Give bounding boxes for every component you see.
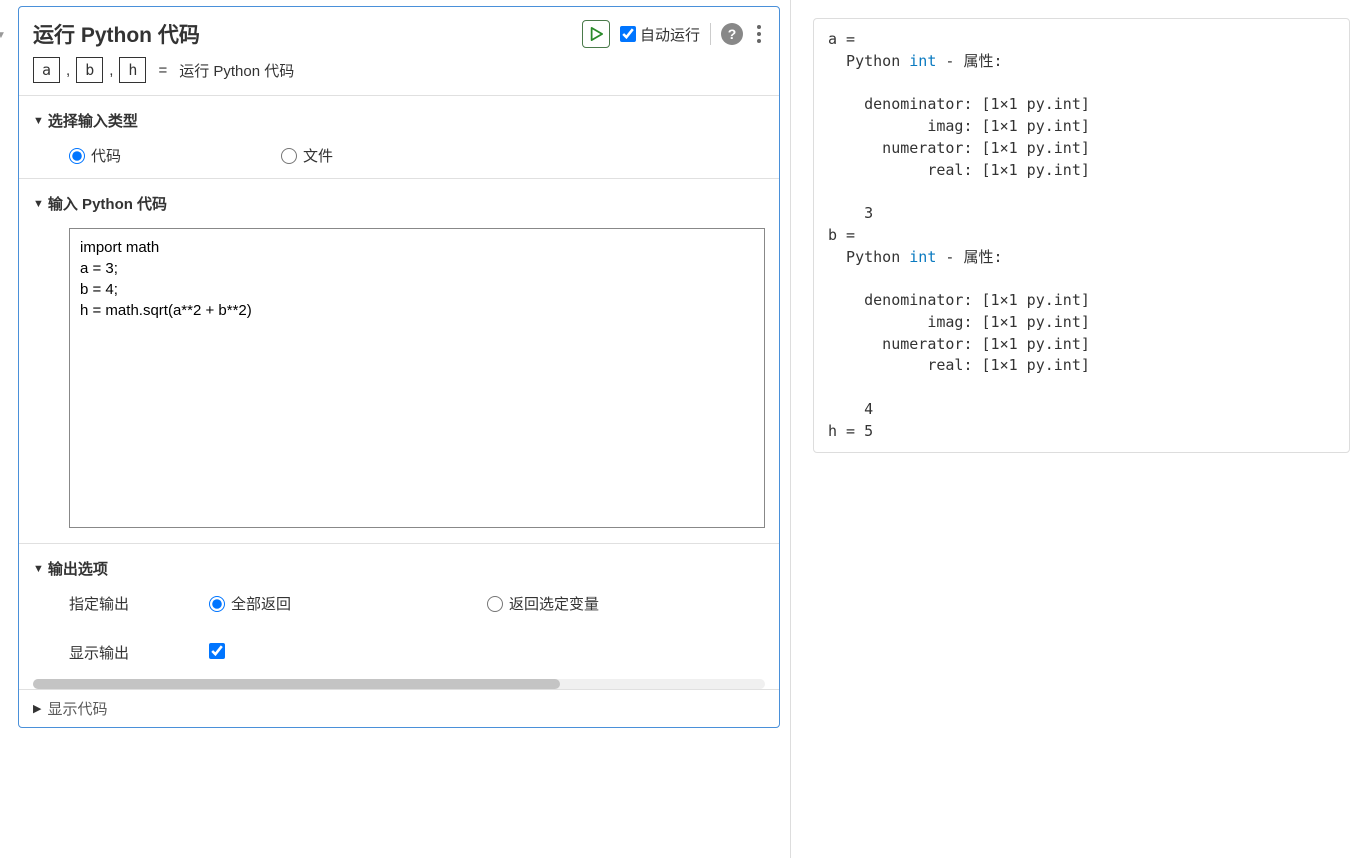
show-code-label: 显示代码 — [47, 698, 107, 719]
divider — [710, 23, 711, 45]
code-section-header-text: 输入 Python 代码 — [48, 193, 167, 214]
var-sep: , — [66, 62, 70, 79]
code-section-header[interactable]: ▼ 输入 Python 代码 — [33, 193, 765, 214]
output-section: ▼ 输出选项 指定输出 全部返回 返回选定变量 显示输出 — [19, 543, 779, 675]
radio-code-input[interactable] — [69, 148, 85, 164]
task-title: 运行 Python 代码 — [33, 19, 200, 49]
task-card: 运行 Python 代码 自动运行 ? — [18, 6, 780, 728]
triangle-down-icon: ▼ — [33, 115, 44, 127]
radio-return-all[interactable]: 全部返回 — [209, 593, 487, 614]
output-section-header[interactable]: ▼ 输出选项 — [33, 558, 765, 579]
var-sep: , — [109, 62, 113, 79]
show-output-checkbox[interactable] — [209, 643, 225, 659]
radio-return-selected[interactable]: 返回选定变量 — [487, 593, 765, 614]
show-code-toggle[interactable]: ▶ 显示代码 — [19, 689, 779, 727]
horizontal-scrollbar[interactable] — [33, 679, 765, 689]
radio-code-label: 代码 — [91, 145, 121, 166]
input-type-section: ▼ 选择输入类型 代码 文件 — [19, 95, 779, 178]
collapse-marker-icon: ▼ — [0, 30, 6, 41]
radio-return-selected-label: 返回选定变量 — [509, 593, 599, 614]
assign-desc: 运行 Python 代码 — [179, 60, 294, 81]
code-section: ▼ 输入 Python 代码 — [19, 178, 779, 543]
dot-icon — [757, 25, 761, 29]
radio-return-all-label: 全部返回 — [231, 593, 291, 614]
show-output-label: 显示输出 — [69, 642, 209, 663]
triangle-right-icon: ▶ — [33, 702, 41, 715]
radio-code[interactable]: 代码 — [69, 145, 121, 166]
autorun-checkbox-input[interactable] — [620, 26, 636, 42]
radio-file-input[interactable] — [281, 148, 297, 164]
triangle-down-icon: ▼ — [33, 198, 44, 210]
run-button[interactable] — [582, 20, 610, 48]
var-box-b[interactable]: b — [76, 57, 103, 83]
dot-icon — [757, 39, 761, 43]
help-icon[interactable]: ? — [721, 23, 743, 45]
output-display: a = Python int - 属性: denominator: [1×1 p… — [813, 18, 1350, 453]
scrollbar-thumb[interactable] — [33, 679, 560, 689]
play-icon — [589, 27, 603, 41]
autorun-checkbox[interactable]: 自动运行 — [620, 24, 700, 45]
output-section-header-text: 输出选项 — [48, 558, 108, 579]
radio-file[interactable]: 文件 — [281, 145, 333, 166]
dot-icon — [757, 32, 761, 36]
python-code-textarea[interactable] — [69, 228, 765, 528]
radio-file-label: 文件 — [303, 145, 333, 166]
input-type-header[interactable]: ▼ 选择输入类型 — [33, 110, 765, 131]
specify-output-label: 指定输出 — [69, 593, 209, 614]
radio-return-selected-input[interactable] — [487, 596, 503, 612]
autorun-label: 自动运行 — [640, 24, 700, 45]
var-box-h[interactable]: h — [119, 57, 146, 83]
output-vars-line: a , b , h = 运行 Python 代码 — [19, 57, 779, 95]
input-type-header-text: 选择输入类型 — [48, 110, 138, 131]
var-box-a[interactable]: a — [33, 57, 60, 83]
assign-eq: = — [158, 62, 167, 79]
triangle-down-icon: ▼ — [33, 563, 44, 575]
radio-return-all-input[interactable] — [209, 596, 225, 612]
menu-button[interactable] — [753, 21, 765, 47]
